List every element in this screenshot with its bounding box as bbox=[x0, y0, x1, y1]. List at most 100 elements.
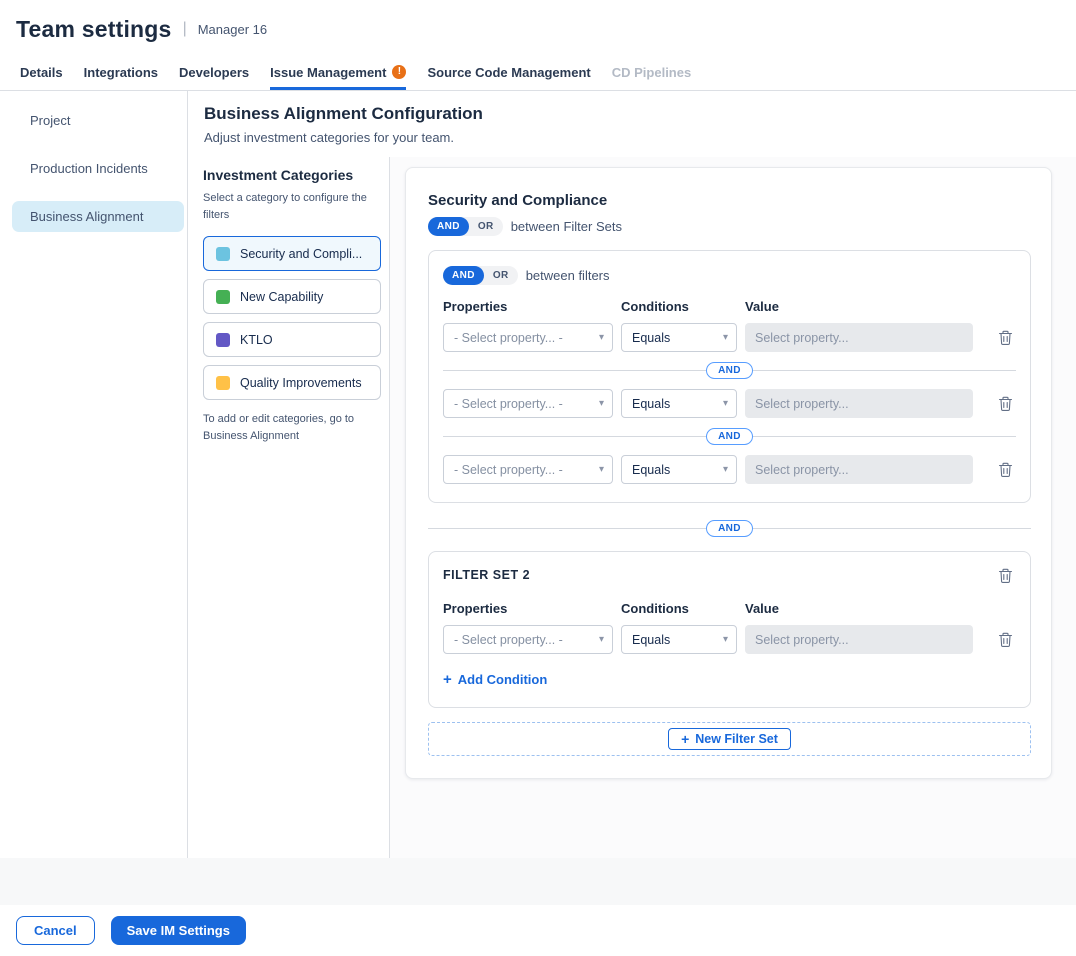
tab-label: Integrations bbox=[84, 65, 158, 80]
between-filters-label: between filters bbox=[526, 268, 610, 283]
categories-title: Investment Categories bbox=[203, 167, 381, 183]
property-select[interactable]: - Select property... - ▾ bbox=[443, 625, 613, 654]
tab-source-code-management[interactable]: Source Code Management bbox=[427, 58, 590, 90]
and-connector-pill: AND bbox=[706, 362, 753, 379]
page-footer: Cancel Save IM Settings bbox=[0, 905, 1076, 956]
value-input[interactable] bbox=[745, 323, 973, 352]
condition-select[interactable]: Equals ▾ bbox=[621, 625, 737, 654]
value-input[interactable] bbox=[745, 625, 973, 654]
connector-line bbox=[753, 528, 1031, 529]
filter-set-1: AND OR between filters Properties Condit… bbox=[428, 250, 1031, 503]
category-color-swatch bbox=[216, 290, 230, 304]
delete-row-button[interactable] bbox=[995, 629, 1016, 651]
property-select-placeholder: - Select property... - bbox=[454, 397, 563, 411]
category-color-swatch bbox=[216, 333, 230, 347]
config-card: Security and Compliance AND OR between F… bbox=[405, 167, 1052, 779]
category-color-swatch bbox=[216, 247, 230, 261]
investment-categories-panel: Investment Categories Select a category … bbox=[188, 157, 390, 858]
content-area: Project Production Incidents Business Al… bbox=[0, 91, 1076, 858]
sidebar-item-business-alignment[interactable]: Business Alignment bbox=[12, 201, 184, 232]
tab-bar: Details Integrations Developers Issue Ma… bbox=[0, 58, 1076, 91]
chevron-down-icon: ▾ bbox=[723, 464, 728, 475]
connector-line bbox=[443, 436, 706, 437]
and-connector-between-sets: AND bbox=[428, 520, 1031, 537]
filter-set-2-header: FILTER SET 2 bbox=[443, 565, 1016, 587]
connector-line bbox=[428, 528, 706, 529]
chevron-down-icon: ▾ bbox=[599, 332, 604, 343]
and-toggle-option[interactable]: AND bbox=[428, 217, 469, 236]
category-button-ktlo[interactable]: KTLO bbox=[203, 322, 381, 357]
property-select[interactable]: - Select property... - ▾ bbox=[443, 389, 613, 418]
or-toggle-option[interactable]: OR bbox=[469, 217, 503, 236]
chevron-down-icon: ▾ bbox=[599, 634, 604, 645]
new-filter-set-dropzone: + New Filter Set bbox=[428, 722, 1031, 756]
plus-icon: + bbox=[681, 732, 689, 746]
new-filter-set-button[interactable]: + New Filter Set bbox=[668, 728, 791, 750]
value-input[interactable] bbox=[745, 389, 973, 418]
delete-row-button[interactable] bbox=[995, 327, 1016, 349]
chevron-down-icon: ▾ bbox=[599, 398, 604, 409]
delete-row-button[interactable] bbox=[995, 459, 1016, 481]
delete-row-button[interactable] bbox=[995, 393, 1016, 415]
column-header-conditions: Conditions bbox=[621, 299, 737, 314]
page-header: Team settings | Manager 16 bbox=[0, 0, 1076, 58]
condition-select-value: Equals bbox=[632, 633, 670, 647]
category-label: New Capability bbox=[240, 290, 323, 304]
connector-line bbox=[753, 370, 1016, 371]
cancel-button[interactable]: Cancel bbox=[16, 916, 95, 945]
manager-label: Manager 16 bbox=[198, 22, 267, 37]
tab-issue-management[interactable]: Issue Management ! bbox=[270, 58, 406, 90]
and-toggle-option[interactable]: AND bbox=[443, 266, 484, 285]
tab-cd-pipelines: CD Pipelines bbox=[612, 58, 691, 90]
property-select[interactable]: - Select property... - ▾ bbox=[443, 455, 613, 484]
and-connector: AND bbox=[443, 428, 1016, 445]
value-input[interactable] bbox=[745, 455, 973, 484]
column-headers: Properties Conditions Value bbox=[443, 601, 1016, 616]
tab-label: Source Code Management bbox=[427, 65, 590, 80]
tab-label: Issue Management bbox=[270, 65, 386, 80]
main-panel: Business Alignment Configuration Adjust … bbox=[188, 91, 1076, 858]
sidebar-item-label: Business Alignment bbox=[30, 209, 143, 224]
property-select-placeholder: - Select property... - bbox=[454, 463, 563, 477]
property-select[interactable]: - Select property... - ▾ bbox=[443, 323, 613, 352]
tab-integrations[interactable]: Integrations bbox=[84, 58, 158, 90]
property-select-placeholder: - Select property... - bbox=[454, 331, 563, 345]
categories-footnote: To add or edit categories, go to Busines… bbox=[203, 411, 381, 445]
sidebar-item-label: Production Incidents bbox=[30, 161, 148, 176]
add-condition-button[interactable]: + Add Condition bbox=[443, 672, 547, 687]
trash-icon bbox=[998, 396, 1013, 412]
config-area: Security and Compliance AND OR between F… bbox=[390, 157, 1076, 858]
plus-icon: + bbox=[443, 672, 452, 687]
add-condition-label: Add Condition bbox=[458, 672, 548, 687]
tab-details[interactable]: Details bbox=[20, 58, 63, 90]
filter-row: - Select property... - ▾ Equals ▾ bbox=[443, 625, 1016, 654]
tab-label: Developers bbox=[179, 65, 249, 80]
between-sets-toggle-row: AND OR between Filter Sets bbox=[428, 217, 1031, 236]
category-button-security-and-compliance[interactable]: Security and Compli... bbox=[203, 236, 381, 271]
category-button-new-capability[interactable]: New Capability bbox=[203, 279, 381, 314]
tab-developers[interactable]: Developers bbox=[179, 58, 249, 90]
page-title: Team settings bbox=[16, 16, 172, 43]
save-im-settings-button[interactable]: Save IM Settings bbox=[111, 916, 246, 945]
condition-select[interactable]: Equals ▾ bbox=[621, 389, 737, 418]
category-color-swatch bbox=[216, 376, 230, 390]
condition-select-value: Equals bbox=[632, 331, 670, 345]
or-toggle-option[interactable]: OR bbox=[484, 266, 518, 285]
column-header-properties: Properties bbox=[443, 601, 613, 616]
footer-spacer bbox=[0, 858, 1076, 905]
category-config-title: Security and Compliance bbox=[428, 192, 1031, 209]
main-body: Investment Categories Select a category … bbox=[188, 157, 1076, 858]
sidebar-item-production-incidents[interactable]: Production Incidents bbox=[12, 153, 184, 184]
section-subtitle: Adjust investment categories for your te… bbox=[204, 130, 1060, 145]
sidebar-item-project[interactable]: Project bbox=[12, 105, 184, 136]
warning-badge-icon: ! bbox=[392, 65, 406, 79]
condition-select[interactable]: Equals ▾ bbox=[621, 323, 737, 352]
condition-select[interactable]: Equals ▾ bbox=[621, 455, 737, 484]
filter-set-2-title: FILTER SET 2 bbox=[443, 565, 530, 582]
category-button-quality-improvements[interactable]: Quality Improvements bbox=[203, 365, 381, 400]
condition-select-value: Equals bbox=[632, 397, 670, 411]
title-divider: | bbox=[183, 20, 187, 38]
delete-filter-set-button[interactable] bbox=[995, 565, 1016, 587]
between-filter-sets-label: between Filter Sets bbox=[511, 219, 622, 234]
categories-description: Select a category to configure the filte… bbox=[203, 190, 381, 223]
